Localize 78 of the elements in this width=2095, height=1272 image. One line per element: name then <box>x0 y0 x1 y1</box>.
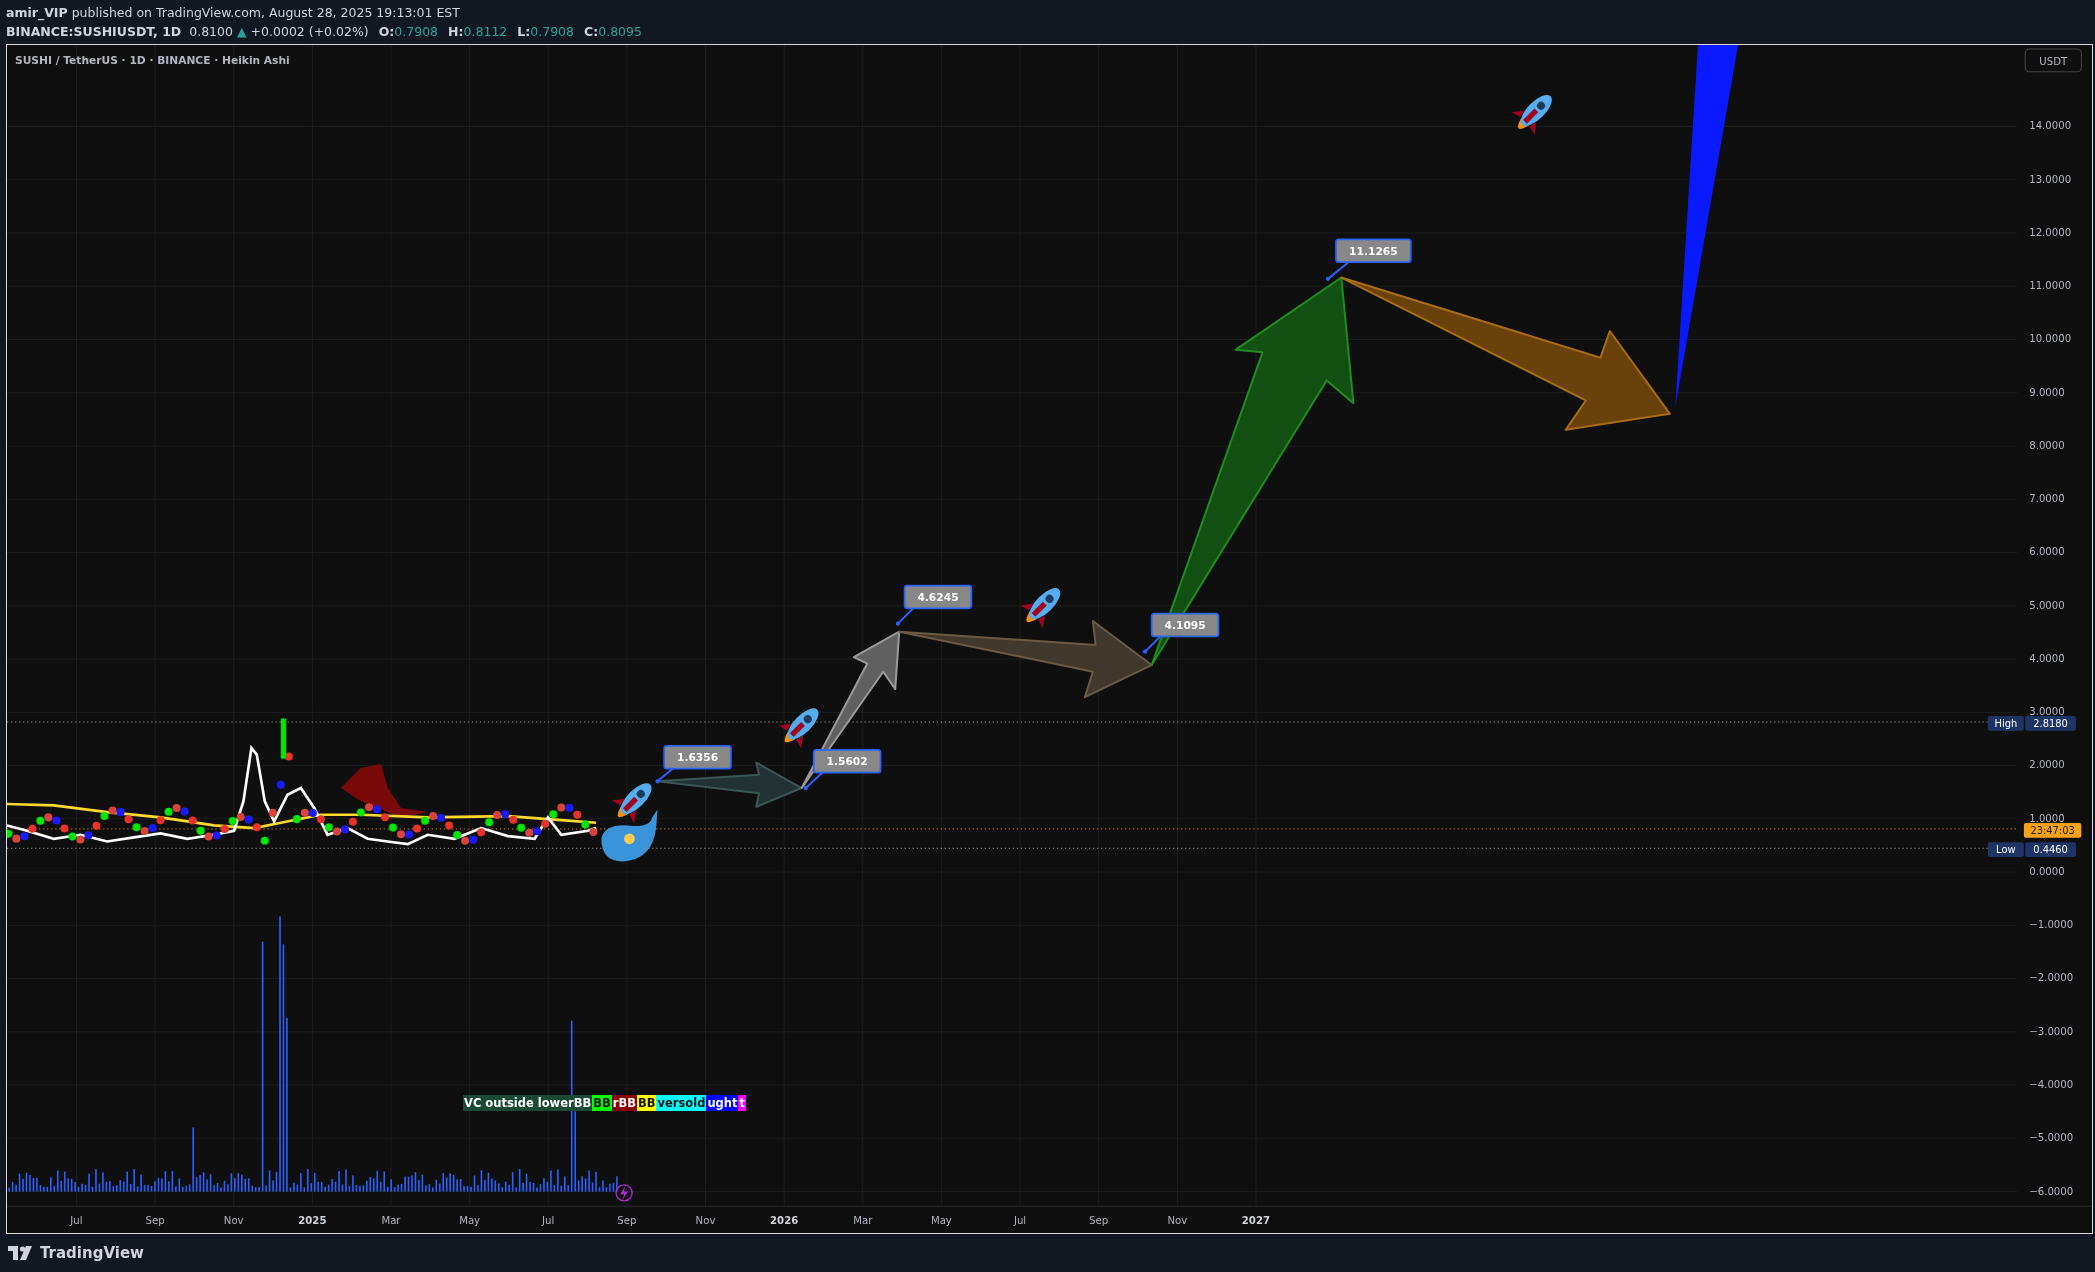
price-callout: 4.1095 <box>1142 612 1220 654</box>
publish-info: published on TradingView.com, August 28, 2025 19:13:01 EST <box>71 4 460 22</box>
time-axis-label: 2026 <box>770 1214 799 1226</box>
price-axis-label: 13.0000 <box>2029 173 2072 185</box>
chart-legend: SUSHI / TetherUS · 1D · BINANCE · Heikin Ashi <box>15 53 290 67</box>
signal-label: versold <box>656 1095 707 1111</box>
last-price: 0.8100 <box>189 23 233 41</box>
signal-label: rBB <box>611 1095 637 1111</box>
signal-label: ught <box>706 1095 739 1111</box>
rocket-icon <box>1020 588 1061 629</box>
price-axis-label: −1.0000 <box>2029 919 2074 931</box>
price-callout: 1.6356 <box>655 745 732 784</box>
brand-name: TradingView <box>40 1244 144 1262</box>
signal-label: BB <box>592 1095 612 1111</box>
price-axis-label: 9.0000 <box>2029 386 2065 398</box>
author-name: amir_VIP <box>6 4 68 22</box>
price-axis-label: −5.0000 <box>2029 1132 2074 1144</box>
price-callout: 1.5602 <box>803 749 882 791</box>
ohlc-value: 0.8095 <box>598 23 642 41</box>
price-axis-label: 6.0000 <box>2029 546 2065 558</box>
ohlc-label: L: <box>517 23 531 41</box>
price-callout: 4.6245 <box>895 584 973 626</box>
time-axis-label: Jul <box>1013 1214 1027 1226</box>
price-axis-label: 3.0000 <box>2029 706 2065 718</box>
time-axis-label: 2027 <box>1241 1214 1271 1226</box>
time-axis-label: Sep <box>145 1214 165 1226</box>
symbol-title: BINANCE:SUSHIUSDT, 1D <box>6 23 182 41</box>
time-axis-label: Mar <box>381 1214 401 1226</box>
time-axis-label: Nov <box>223 1214 244 1226</box>
ohlc-label: H: <box>448 23 464 41</box>
price-axis-label: −3.0000 <box>2029 1025 2074 1037</box>
time-axis-label: 2025 <box>298 1214 327 1226</box>
price-tag-label: Low <box>1987 842 2024 857</box>
rocket-icon <box>1511 95 1552 136</box>
price-axis-label: 7.0000 <box>2029 493 2065 505</box>
rocket-icon <box>778 708 819 749</box>
time-axis-label: Nov <box>1167 1214 1188 1226</box>
ohlc-label: C: <box>584 23 599 41</box>
currency-button[interactable]: USDT <box>2024 48 2082 73</box>
time-axis-label: Jul <box>70 1214 83 1226</box>
price-axis-label: 11.0000 <box>2029 280 2072 292</box>
price-axis-label: 12.0000 <box>2029 226 2072 238</box>
price-axis-label: 4.0000 <box>2029 653 2065 664</box>
rocket-icon <box>611 783 652 824</box>
price-axis-label: −4.0000 <box>2029 1079 2074 1090</box>
signal-label: VC outside lowerBB <box>463 1095 593 1111</box>
signal-label: BB <box>636 1095 657 1111</box>
time-axis-label: Jul <box>542 1214 555 1226</box>
logo-icon <box>8 1246 34 1260</box>
price-axis-label: 5.0000 <box>2029 599 2065 611</box>
time-axis-label: Mar <box>853 1214 873 1226</box>
ohlc-value: 0.7908 <box>394 23 439 41</box>
price-axis-label: −6.0000 <box>2029 1185 2074 1197</box>
price-axis-label: 8.0000 <box>2029 439 2065 451</box>
time-axis-label: May <box>930 1214 952 1226</box>
price-axis-label: 1.0000 <box>2029 812 2065 824</box>
whale-icon <box>601 809 658 862</box>
price-tag-value: 0.4460 <box>2025 842 2076 857</box>
price-axis-label: −2.0000 <box>2029 972 2074 984</box>
countdown-tag: 23:47:03 <box>2023 822 2082 838</box>
price-callout: 11.1265 <box>1325 238 1412 281</box>
price-axis-label: 0.0000 <box>2029 866 2065 877</box>
time-axis-label: Sep <box>617 1214 637 1226</box>
time-axis-label: Sep <box>1089 1214 1109 1226</box>
price-axis-label: 14.0000 <box>2029 120 2072 132</box>
time-axis-label: Nov <box>695 1214 716 1226</box>
ohlc-value: 0.8112 <box>463 23 508 41</box>
price-tag-label: High <box>1987 716 2024 731</box>
up-arrow-icon: ▲ <box>236 22 247 41</box>
signal-label: t <box>738 1095 746 1111</box>
price-axis-label: 10.0000 <box>2029 333 2072 345</box>
price-tag-value: 2.8180 <box>2025 716 2076 731</box>
time-axis-label: May <box>459 1214 481 1226</box>
ohlc-value: 0.7908 <box>530 23 574 41</box>
lightning-icon <box>615 1184 633 1202</box>
price-change: +0.0002 (+0.02%) <box>250 23 369 41</box>
ohlc-label: O: <box>378 23 395 41</box>
price-axis-label: 2.0000 <box>2029 759 2065 771</box>
